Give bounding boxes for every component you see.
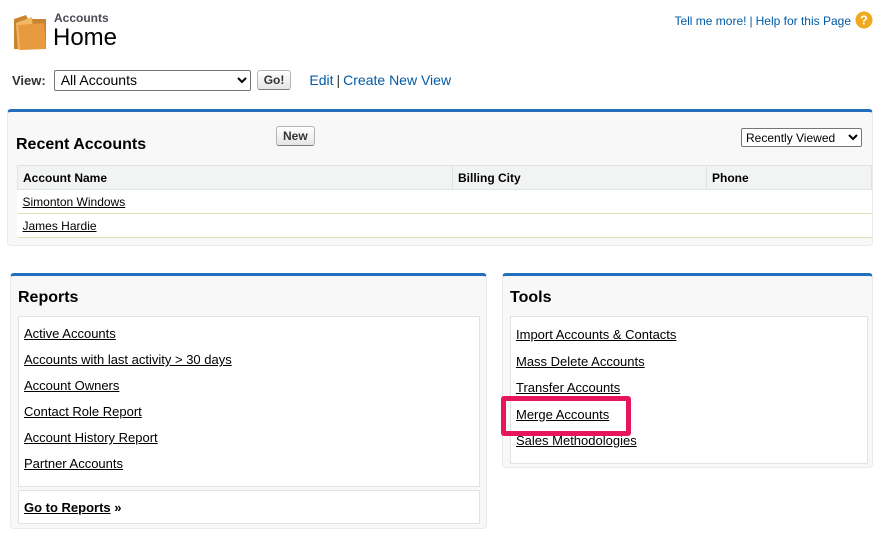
reports-panel: Reports Active Accounts Accounts with la… bbox=[10, 273, 487, 529]
report-link-account-history[interactable]: Account History Report bbox=[24, 430, 479, 456]
go-button[interactable]: Go! bbox=[256, 70, 292, 90]
table-row: James Hardie bbox=[17, 213, 872, 238]
tell-me-more-link[interactable]: Tell me more! bbox=[674, 14, 746, 28]
recent-accounts-table: Account Name Billing City Phone Simonton… bbox=[17, 165, 872, 238]
report-link-partner-accounts[interactable]: Partner Accounts bbox=[24, 456, 479, 482]
tool-link-sales-methodologies[interactable]: Sales Methodologies bbox=[516, 433, 867, 460]
recent-accounts-title: Recent Accounts bbox=[16, 136, 147, 153]
tool-link-merge-accounts[interactable]: Merge Accounts bbox=[516, 407, 867, 434]
view-links-separator: | bbox=[336, 72, 341, 88]
new-account-button[interactable]: New bbox=[276, 126, 315, 146]
tools-list: Import Accounts & Contacts Mass Delete A… bbox=[510, 316, 868, 464]
column-header-account-name[interactable]: Account Name bbox=[17, 165, 453, 190]
account-name-cell: Simonton Windows bbox=[17, 189, 453, 214]
create-new-view-link[interactable]: Create New View bbox=[343, 72, 451, 88]
billing-city-cell bbox=[452, 213, 707, 238]
column-header-billing-city[interactable]: Billing City bbox=[452, 165, 707, 190]
edit-view-link[interactable]: Edit bbox=[309, 72, 333, 88]
object-type-label: Accounts bbox=[54, 11, 109, 25]
billing-city-cell bbox=[452, 189, 707, 214]
tool-link-mass-delete[interactable]: Mass Delete Accounts bbox=[516, 354, 867, 381]
view-row: View: All Accounts Go! Edit | Create New V… bbox=[12, 69, 451, 91]
phone-cell bbox=[706, 189, 872, 214]
help-links: Tell me more! | Help for this Page bbox=[674, 14, 851, 28]
go-to-reports-box: Go to Reports » bbox=[18, 490, 480, 524]
question-icon-glyph: ? bbox=[860, 13, 868, 28]
recent-filter-select[interactable]: Recently Viewed bbox=[741, 128, 862, 147]
question-icon[interactable]: ? bbox=[855, 11, 873, 29]
account-link[interactable]: James Hardie bbox=[23, 219, 97, 233]
folder-icon bbox=[14, 15, 46, 50]
view-links: Edit | Create New View bbox=[309, 72, 451, 88]
account-link[interactable]: Simonton Windows bbox=[23, 195, 126, 209]
tool-link-import[interactable]: Import Accounts & Contacts bbox=[516, 327, 867, 354]
phone-cell bbox=[706, 213, 872, 238]
reports-title: Reports bbox=[18, 289, 79, 306]
recent-accounts-panel: Recent Accounts New Recently Viewed Acco… bbox=[7, 109, 873, 246]
tools-title: Tools bbox=[510, 289, 552, 306]
help-separator: | bbox=[749, 14, 753, 28]
table-row: Simonton Windows bbox=[17, 189, 872, 214]
view-select[interactable]: All Accounts bbox=[53, 69, 251, 91]
help-for-page-link[interactable]: Help for this Page bbox=[756, 14, 851, 28]
table-header-row: Account Name Billing City Phone bbox=[17, 165, 872, 190]
page-title: Home bbox=[53, 24, 118, 51]
account-name-cell: James Hardie bbox=[17, 213, 453, 238]
report-link-last-activity[interactable]: Accounts with last activity > 30 days bbox=[24, 352, 479, 378]
view-label: View: bbox=[12, 72, 46, 88]
column-header-phone[interactable]: Phone bbox=[706, 165, 872, 190]
reports-list: Active Accounts Accounts with last activ… bbox=[18, 316, 480, 487]
go-to-reports-link[interactable]: Go to Reports bbox=[24, 500, 111, 515]
go-to-reports-arrow: » bbox=[114, 500, 122, 515]
report-link-active-accounts[interactable]: Active Accounts bbox=[24, 326, 479, 352]
report-link-account-owners[interactable]: Account Owners bbox=[24, 378, 479, 404]
tools-panel: Tools Import Accounts & Contacts Mass De… bbox=[502, 273, 873, 468]
tool-link-transfer[interactable]: Transfer Accounts bbox=[516, 380, 867, 407]
report-link-contact-role[interactable]: Contact Role Report bbox=[24, 404, 479, 430]
